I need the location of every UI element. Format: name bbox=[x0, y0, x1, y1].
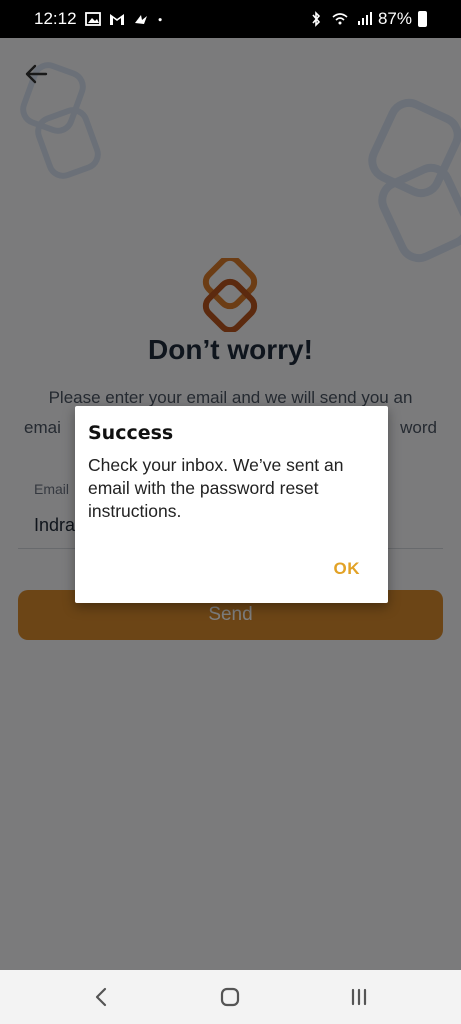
dot-icon bbox=[158, 18, 162, 22]
gmail-icon bbox=[109, 14, 124, 25]
home-nav-icon[interactable] bbox=[216, 983, 244, 1011]
battery-icon bbox=[418, 11, 427, 27]
status-time: 12:12 bbox=[34, 9, 77, 28]
status-left: 12:12 bbox=[34, 9, 167, 29]
recents-nav-icon[interactable] bbox=[345, 983, 373, 1011]
dialog-message: Check your inbox. We’ve sent an email wi… bbox=[88, 455, 344, 521]
system-nav-bar bbox=[0, 970, 461, 1024]
back-nav-icon[interactable] bbox=[88, 983, 116, 1011]
gallery-icon bbox=[84, 12, 101, 26]
success-dialog: Success Check your inbox. We’ve sent an … bbox=[75, 406, 388, 603]
wifi-calling-icon bbox=[332, 13, 348, 25]
signal-icon bbox=[357, 12, 372, 25]
status-bar: 12:12 87% bbox=[0, 0, 461, 38]
status-right: 87% bbox=[308, 9, 427, 29]
ok-button[interactable]: OK bbox=[334, 559, 361, 579]
dialog-title: Success bbox=[88, 422, 174, 444]
bluetooth-icon bbox=[312, 11, 321, 27]
battery-percent: 87% bbox=[377, 9, 412, 28]
bird-icon bbox=[134, 15, 147, 24]
